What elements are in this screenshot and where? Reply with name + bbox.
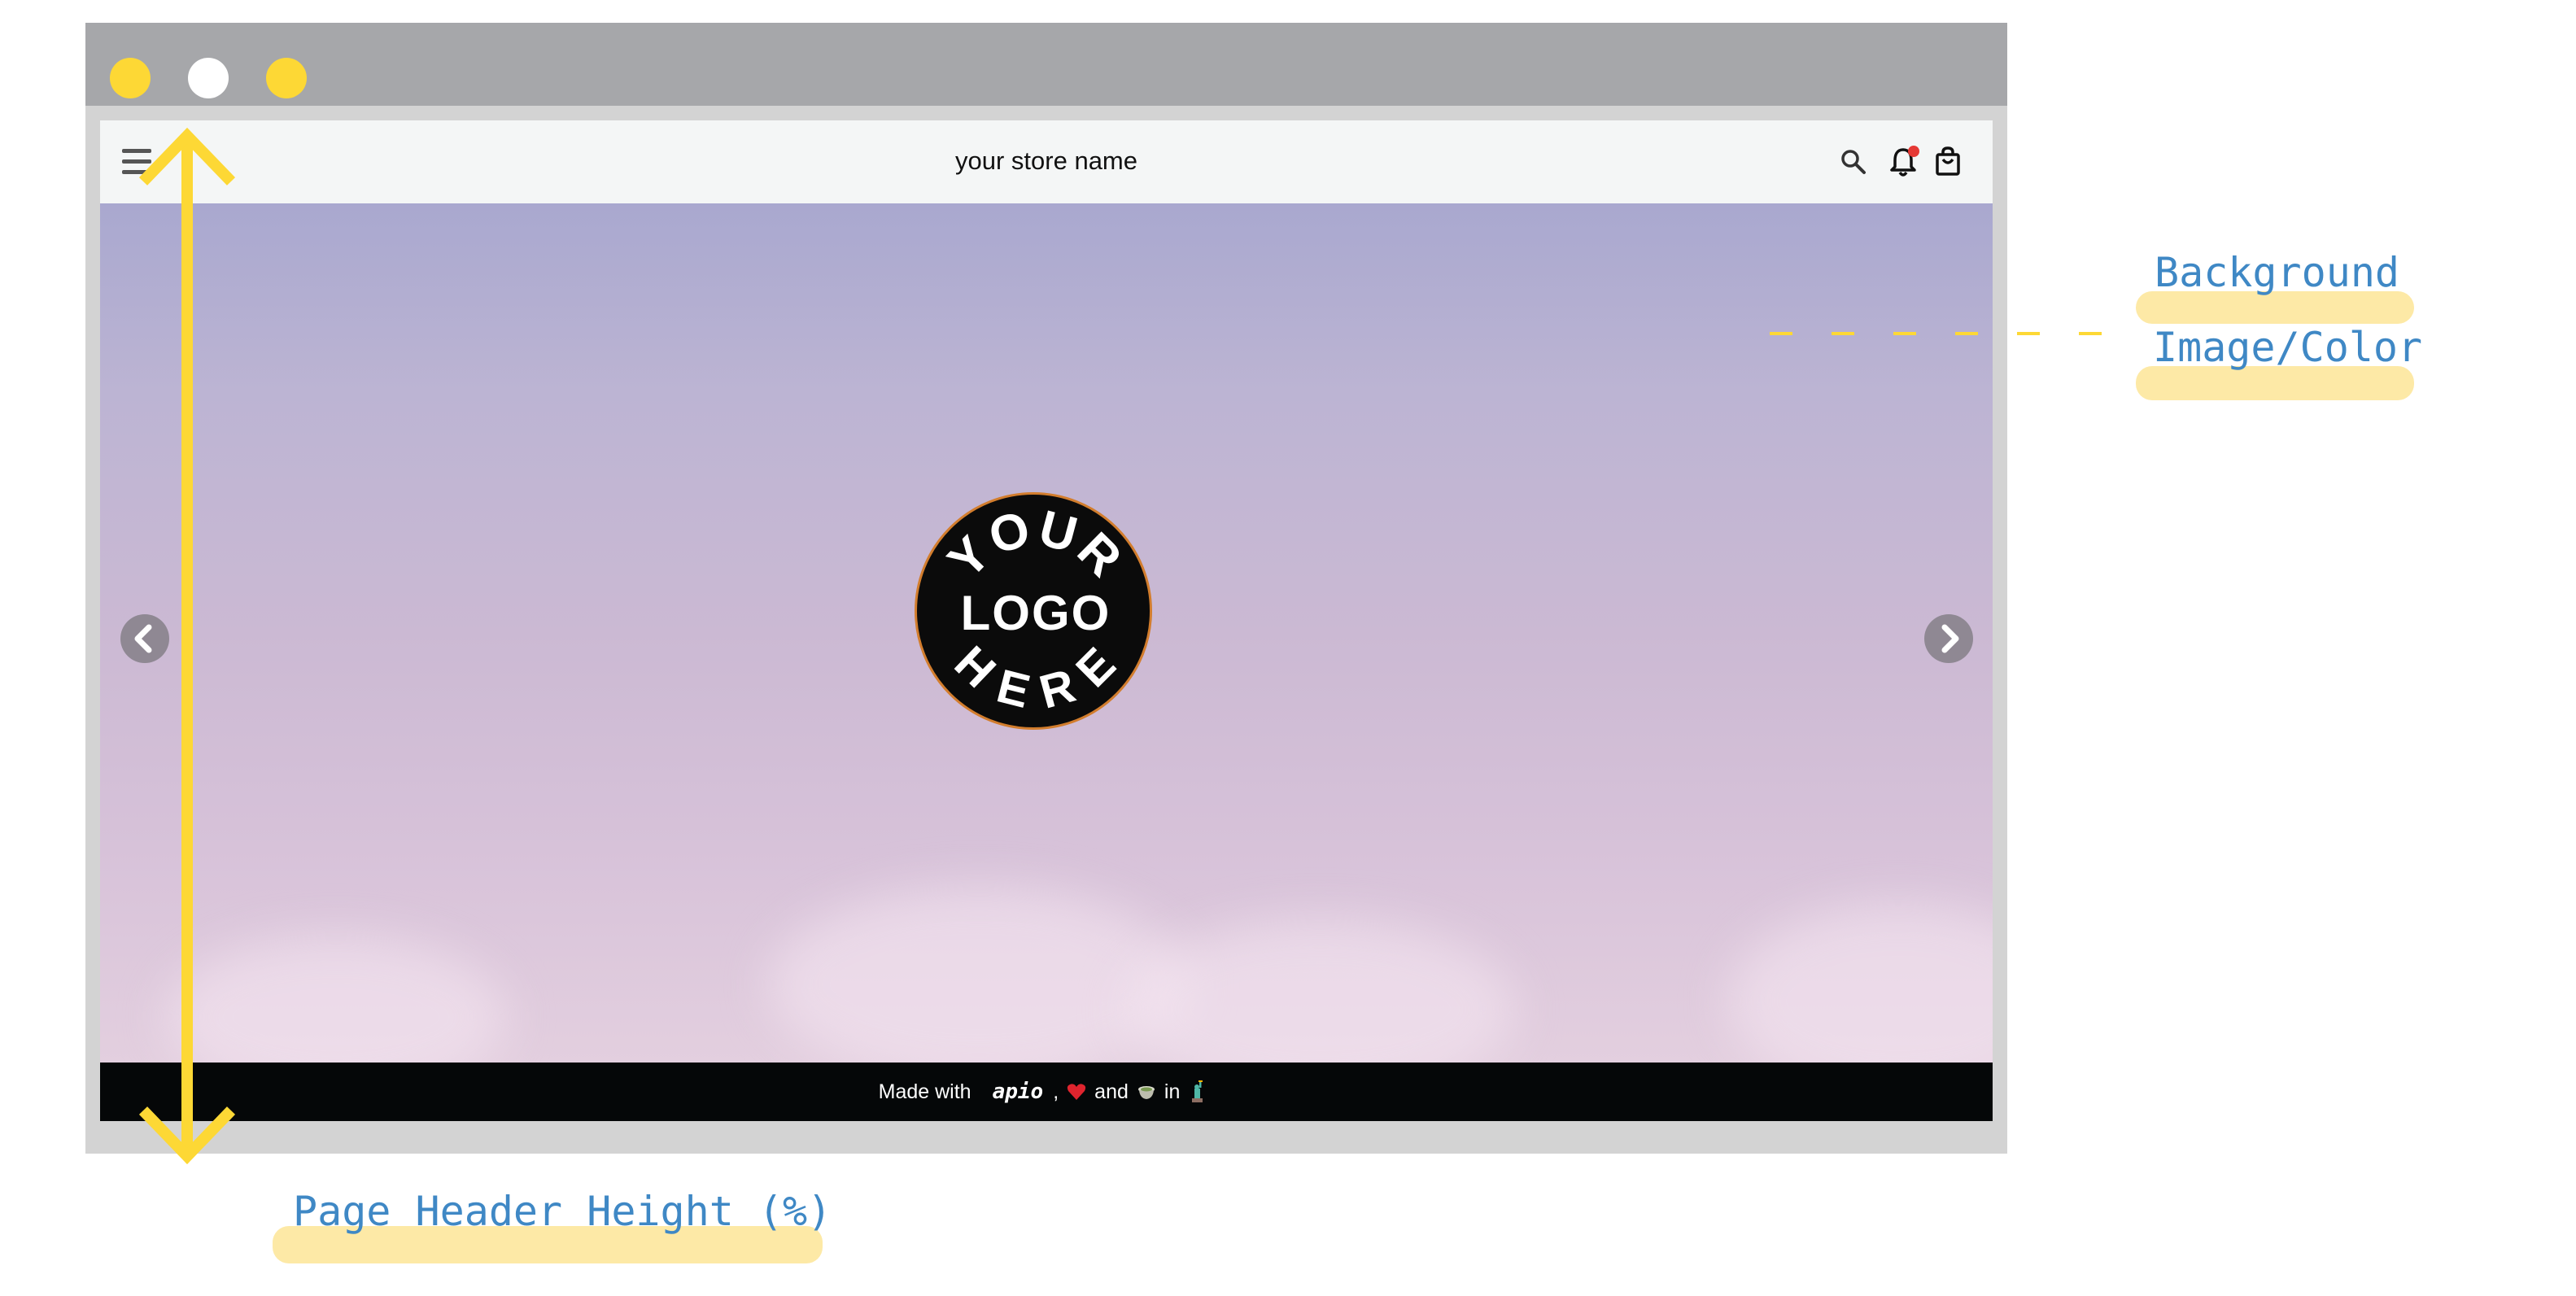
footer-separator: , <box>1053 1080 1059 1103</box>
bell-icon[interactable] <box>1886 145 1920 179</box>
cloud-shape <box>1125 919 1516 1063</box>
svg-text:YOUR: YOUR <box>937 500 1133 589</box>
window-maximize-button[interactable] <box>266 58 307 98</box>
footer-brand-link[interactable]: apio <box>993 1080 1044 1104</box>
highlight-mark <box>2136 366 2414 400</box>
notification-badge <box>1908 146 1919 157</box>
chevron-right-icon[interactable] <box>1924 614 1973 663</box>
header-height-label: Page Header Height (%) <box>293 1188 832 1235</box>
cloud-shape <box>1727 903 1993 1063</box>
search-icon[interactable] <box>1836 145 1871 179</box>
logo-text-middle: LOGO <box>961 586 1111 640</box>
highlight-mark <box>2136 291 2414 324</box>
window-close-button[interactable] <box>110 58 151 98</box>
window-minimize-button[interactable] <box>188 58 229 98</box>
logo-text-top: YOUR <box>937 500 1131 589</box>
footer-made-with: Made with <box>878 1080 971 1103</box>
svg-text:HERE: HERE <box>945 636 1128 719</box>
footer-in: in <box>1164 1080 1181 1103</box>
shopping-bag-icon[interactable] <box>1931 145 1965 179</box>
header-height-arrow <box>138 127 236 1165</box>
footer-and: and <box>1094 1080 1129 1103</box>
store-header: your store name <box>100 120 1993 203</box>
statue-of-liberty-icon <box>1188 1080 1206 1103</box>
store-logo[interactable]: YOUR LOGO HERE <box>915 492 1152 730</box>
background-callout-line <box>1770 332 2103 335</box>
background-label-line2: Image/Color <box>2153 324 2423 371</box>
heart-icon <box>1067 1083 1086 1101</box>
cloud-shape <box>767 887 1190 1063</box>
matcha-cup-icon <box>1137 1082 1156 1102</box>
footer-bar: Made with apio , and in <box>100 1063 1993 1121</box>
store-name[interactable]: your store name <box>100 146 1993 176</box>
background-label-line1: Background <box>2155 249 2400 296</box>
page-viewport: your store name YOUR LOGO HERE Made with… <box>100 120 1993 1121</box>
browser-titlebar <box>85 23 2007 106</box>
hero-background: YOUR LOGO HERE <box>100 203 1993 1063</box>
logo-text-bottom: HERE <box>945 636 1125 719</box>
browser-window: your store name YOUR LOGO HERE Made with… <box>85 23 2007 1154</box>
